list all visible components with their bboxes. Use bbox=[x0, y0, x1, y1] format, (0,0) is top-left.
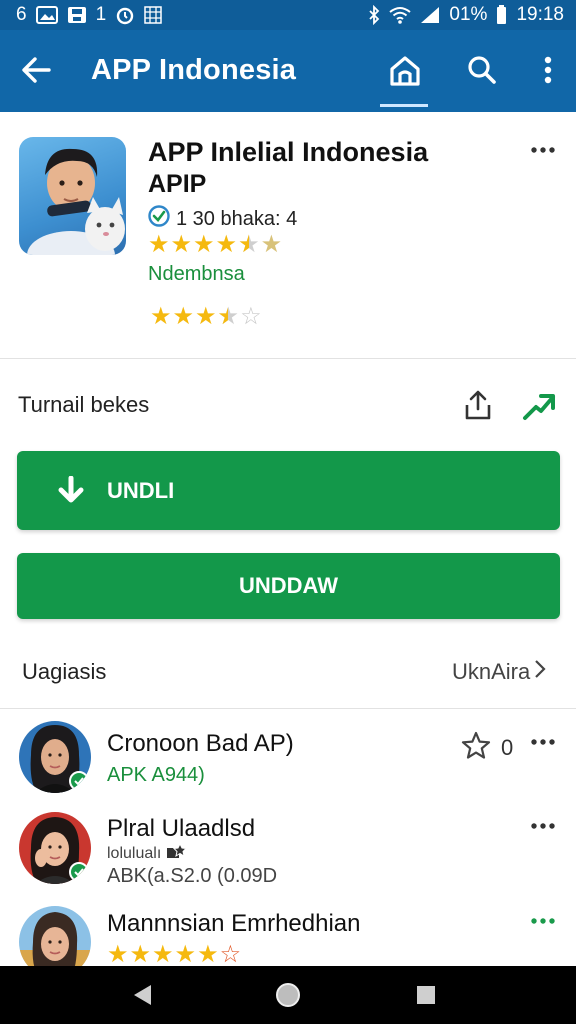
download-icon bbox=[53, 475, 89, 507]
more-horiz-icon[interactable] bbox=[528, 732, 558, 752]
install-button-label: UNDLI bbox=[107, 478, 175, 503]
star-icon: ★ bbox=[150, 303, 172, 330]
see-all-link[interactable]: UknAira bbox=[452, 659, 546, 685]
star-icon: ★ bbox=[152, 941, 174, 968]
star-icon: ★ bbox=[197, 941, 219, 968]
item-title: Cronoon Bad AP) bbox=[107, 730, 294, 757]
divider bbox=[0, 708, 576, 709]
more-horiz-icon[interactable] bbox=[528, 816, 558, 836]
app-header: APP Inlelial Indonesia APIP 1 30 bhaka: … bbox=[0, 112, 576, 358]
developer-name[interactable]: Ndembnsa bbox=[148, 263, 245, 286]
app-subtitle: APIP bbox=[148, 170, 207, 198]
share-icon[interactable] bbox=[460, 386, 496, 424]
more-vert-icon[interactable] bbox=[532, 50, 564, 90]
download-button[interactable]: UNDDAW bbox=[17, 553, 560, 619]
item-rating-stars: ★ ★ ★ ★ ★ ☆ bbox=[107, 943, 241, 967]
alarm-notification-icon bbox=[115, 5, 135, 25]
star-icon: ★ bbox=[174, 941, 197, 968]
navigation-bar bbox=[0, 966, 576, 1024]
status-left-text: 6 bbox=[16, 4, 27, 25]
item-title: Plral Ulaadlsd bbox=[107, 815, 256, 842]
wifi-icon bbox=[389, 6, 412, 24]
item-subtitle: APK A944) bbox=[107, 764, 205, 786]
verified-badge-icon bbox=[69, 771, 89, 791]
star-icon: ★ bbox=[260, 231, 283, 258]
more-horiz-icon[interactable] bbox=[528, 138, 558, 162]
avatar bbox=[19, 721, 91, 793]
install-button[interactable]: UNDLI bbox=[17, 451, 560, 530]
app-rating-stars: ★ ★ ★ ★ ★ ★ bbox=[148, 231, 283, 258]
star-icon: ★ bbox=[172, 303, 195, 330]
grid-notification-icon bbox=[144, 6, 162, 24]
item-meta-text: lolulualı bbox=[107, 844, 162, 862]
battery-icon bbox=[496, 5, 507, 25]
verified-badge-icon bbox=[69, 862, 89, 882]
battery-text: 01% bbox=[449, 4, 488, 25]
item-subtitle: ABK(a.S2.0 (0.09D bbox=[107, 865, 278, 887]
see-all-label: UknAira bbox=[452, 659, 531, 684]
bluetooth-icon bbox=[368, 5, 380, 25]
list-item[interactable]: Cronoon Bad AP) APK A944) 0 bbox=[0, 718, 576, 808]
trending-arrow-icon[interactable] bbox=[520, 388, 558, 424]
install-label: Turnail bekes bbox=[18, 392, 150, 417]
star-icon: ★ bbox=[129, 941, 152, 968]
nav-back-icon[interactable] bbox=[127, 980, 157, 1010]
avatar bbox=[19, 812, 91, 884]
star-outline-icon bbox=[461, 731, 491, 764]
app-icon[interactable] bbox=[19, 137, 126, 255]
home-tab-indicator bbox=[380, 104, 428, 107]
verified-text: 1 30 bhaka: 4 bbox=[176, 207, 298, 230]
clock: 19:18 bbox=[516, 4, 564, 25]
status-bar: 6 1 01% 19:18 bbox=[0, 0, 576, 30]
search-icon[interactable] bbox=[462, 50, 502, 90]
star-half-icon: ★ bbox=[238, 233, 260, 258]
page-title: APP Indonesia bbox=[91, 54, 297, 86]
star-outline-icon: ☆ bbox=[240, 303, 262, 330]
user-rating-stars[interactable]: ★★★★☆ bbox=[150, 303, 262, 330]
download-button-label: UNDDAW bbox=[239, 573, 338, 598]
chevron-right-icon bbox=[534, 659, 546, 685]
verified-badge-icon bbox=[148, 205, 170, 233]
nav-recents-icon[interactable] bbox=[411, 980, 441, 1010]
save-notification-icon bbox=[67, 6, 87, 24]
nav-home-icon[interactable] bbox=[273, 980, 303, 1010]
star-icon: ★ bbox=[107, 941, 129, 968]
section-title: Uagiasis bbox=[22, 659, 107, 684]
star-half-icon: ★ bbox=[218, 305, 240, 330]
status-notif-count: 1 bbox=[95, 4, 107, 25]
item-meta: lolulualı bbox=[107, 842, 188, 865]
item-title: Mannnsian Emrhedhian bbox=[107, 910, 361, 937]
more-horiz-icon[interactable] bbox=[528, 911, 558, 931]
star-icon: ★ bbox=[215, 231, 238, 258]
verified-row: 1 30 bhaka: 4 bbox=[148, 205, 297, 233]
favorite-control[interactable]: 0 bbox=[461, 731, 513, 764]
star-icon: ★ bbox=[193, 231, 215, 258]
app-name: APP Inlelial Indonesia bbox=[148, 137, 429, 167]
list-item[interactable]: Plral Ulaadlsd lolulualı ABK(a.S2.0 (0.0… bbox=[0, 805, 576, 895]
signal-icon bbox=[420, 6, 440, 24]
star-icon: ★ bbox=[148, 231, 170, 258]
star-icon: ★ bbox=[170, 231, 193, 258]
star-outline-icon: ☆ bbox=[219, 941, 242, 968]
badge-icon bbox=[165, 842, 188, 865]
home-icon[interactable] bbox=[384, 50, 426, 92]
divider bbox=[0, 358, 576, 359]
gallery-notification-icon bbox=[35, 6, 58, 24]
back-arrow-icon[interactable] bbox=[16, 50, 56, 90]
app-bar: APP Indonesia bbox=[0, 30, 576, 112]
favorite-count: 0 bbox=[501, 734, 514, 760]
star-icon: ★ bbox=[195, 303, 217, 330]
